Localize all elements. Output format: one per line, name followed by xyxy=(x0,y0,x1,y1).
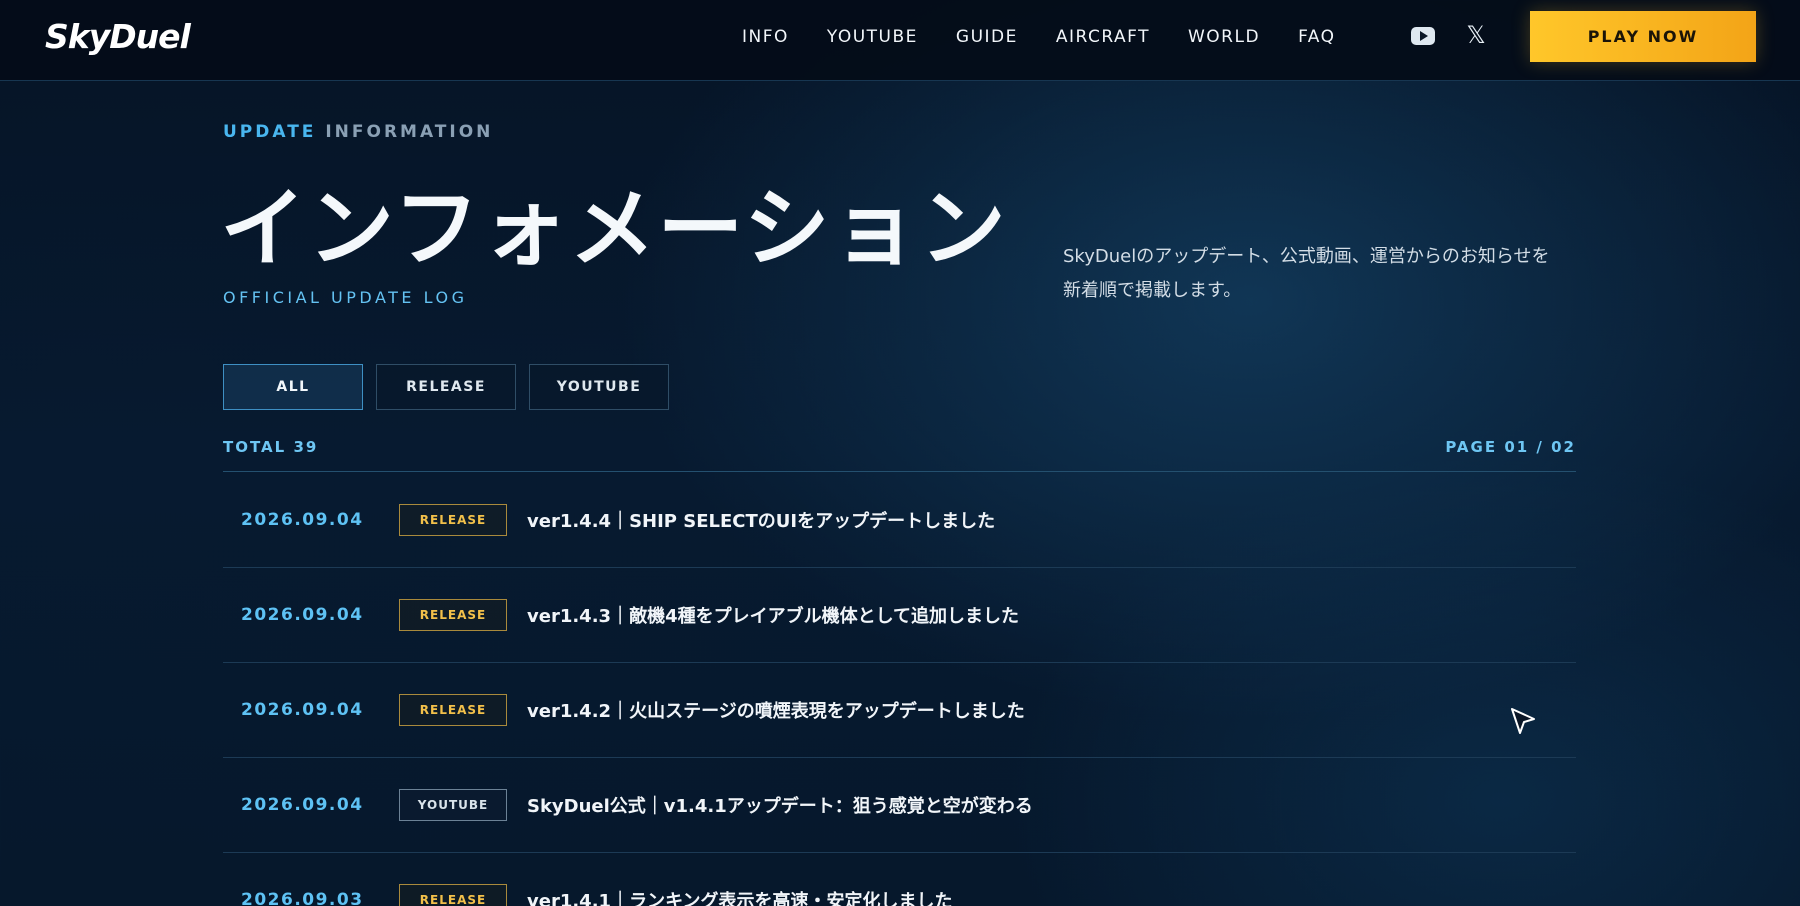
filter-release-button[interactable]: RELEASE xyxy=(376,364,516,410)
section-eyebrow: UPDATE INFORMATION xyxy=(223,122,493,142)
tag-badge: YOUTUBE xyxy=(399,789,507,821)
play-now-button[interactable]: PLAY NOW xyxy=(1530,11,1756,62)
total-count: TOTAL 39 xyxy=(223,438,319,456)
nav-aircraft[interactable]: AIRCRAFT xyxy=(1056,27,1150,47)
nav-youtube[interactable]: YOUTUBE xyxy=(827,27,918,47)
entry-date: 2026.09.03 xyxy=(241,890,364,906)
nav-guide[interactable]: GUIDE xyxy=(956,27,1018,47)
entry-title[interactable]: SkyDuel公式｜v1.4.1アップデート：狙う感覚と空が変わる xyxy=(527,792,1033,818)
list-item[interactable]: 2026.09.04 RELEASE ver1.4.2｜火山ステージの噴煙表現を… xyxy=(223,663,1576,758)
entry-title[interactable]: ver1.4.4｜SHIP SELECTのUIをアップデートしました xyxy=(527,507,995,533)
description-line-2: 新着順で掲載します。 xyxy=(1063,280,1242,301)
tag-badge: RELEASE xyxy=(399,599,507,631)
update-list: 2026.09.04 RELEASE ver1.4.4｜SHIP SELECTの… xyxy=(223,473,1576,906)
logo[interactable]: SkyDuel xyxy=(45,17,191,56)
page-title: インフォメーション xyxy=(220,179,1008,279)
nav-world[interactable]: WORLD xyxy=(1188,27,1260,47)
entry-title[interactable]: ver1.4.1｜ランキング表示を高速・安定化しました xyxy=(527,887,953,906)
eyebrow-accent: UPDATE xyxy=(223,122,317,142)
x-icon[interactable]: 𝕏 xyxy=(1463,22,1489,48)
page-subtitle: OFFICIAL UPDATE LOG xyxy=(223,288,468,307)
page-indicator: PAGE 01 / 02 xyxy=(1445,438,1576,456)
entry-date: 2026.09.04 xyxy=(241,605,364,625)
nav-info[interactable]: INFO xyxy=(742,27,789,47)
list-item[interactable]: 2026.09.04 RELEASE ver1.4.4｜SHIP SELECTの… xyxy=(223,473,1576,568)
list-item[interactable]: 2026.09.03 RELEASE ver1.4.1｜ランキング表示を高速・安… xyxy=(223,853,1576,906)
entry-title[interactable]: ver1.4.3｜敵機4種をプレイアブル機体として追加しました xyxy=(527,602,1019,628)
list-item[interactable]: 2026.09.04 YOUTUBE SkyDuel公式｜v1.4.1アップデー… xyxy=(223,758,1576,853)
list-item[interactable]: 2026.09.04 RELEASE ver1.4.3｜敵機4種をプレイアブル機… xyxy=(223,568,1576,663)
entry-title[interactable]: ver1.4.2｜火山ステージの噴煙表現をアップデートしました xyxy=(527,697,1025,723)
description-line-1: SkyDuelのアップデート、公式動画、運営からのお知らせを xyxy=(1063,246,1550,267)
filter-youtube-button[interactable]: YOUTUBE xyxy=(529,364,669,410)
filter-all-button[interactable]: ALL xyxy=(223,364,363,410)
youtube-icon[interactable] xyxy=(1411,27,1435,45)
entry-date: 2026.09.04 xyxy=(241,510,364,530)
list-meta: TOTAL 39 PAGE 01 / 02 xyxy=(223,438,1576,472)
cursor-icon xyxy=(1511,708,1535,734)
page-description: SkyDuelのアップデート、公式動画、運営からのお知らせを 新着順で掲載します… xyxy=(1063,240,1623,308)
tag-badge: RELEASE xyxy=(399,884,507,906)
site-header: SkyDuel INFO YOUTUBE GUIDE AIRCRAFT WORL… xyxy=(0,0,1800,81)
nav-faq[interactable]: FAQ xyxy=(1298,27,1335,47)
eyebrow-rest: INFORMATION xyxy=(325,122,494,142)
entry-date: 2026.09.04 xyxy=(241,700,364,720)
tag-badge: RELEASE xyxy=(399,694,507,726)
tag-badge: RELEASE xyxy=(399,504,507,536)
entry-date: 2026.09.04 xyxy=(241,795,364,815)
main-nav: INFO YOUTUBE GUIDE AIRCRAFT WORLD FAQ xyxy=(742,0,1374,74)
filter-tabs: ALL RELEASE YOUTUBE xyxy=(223,364,682,410)
